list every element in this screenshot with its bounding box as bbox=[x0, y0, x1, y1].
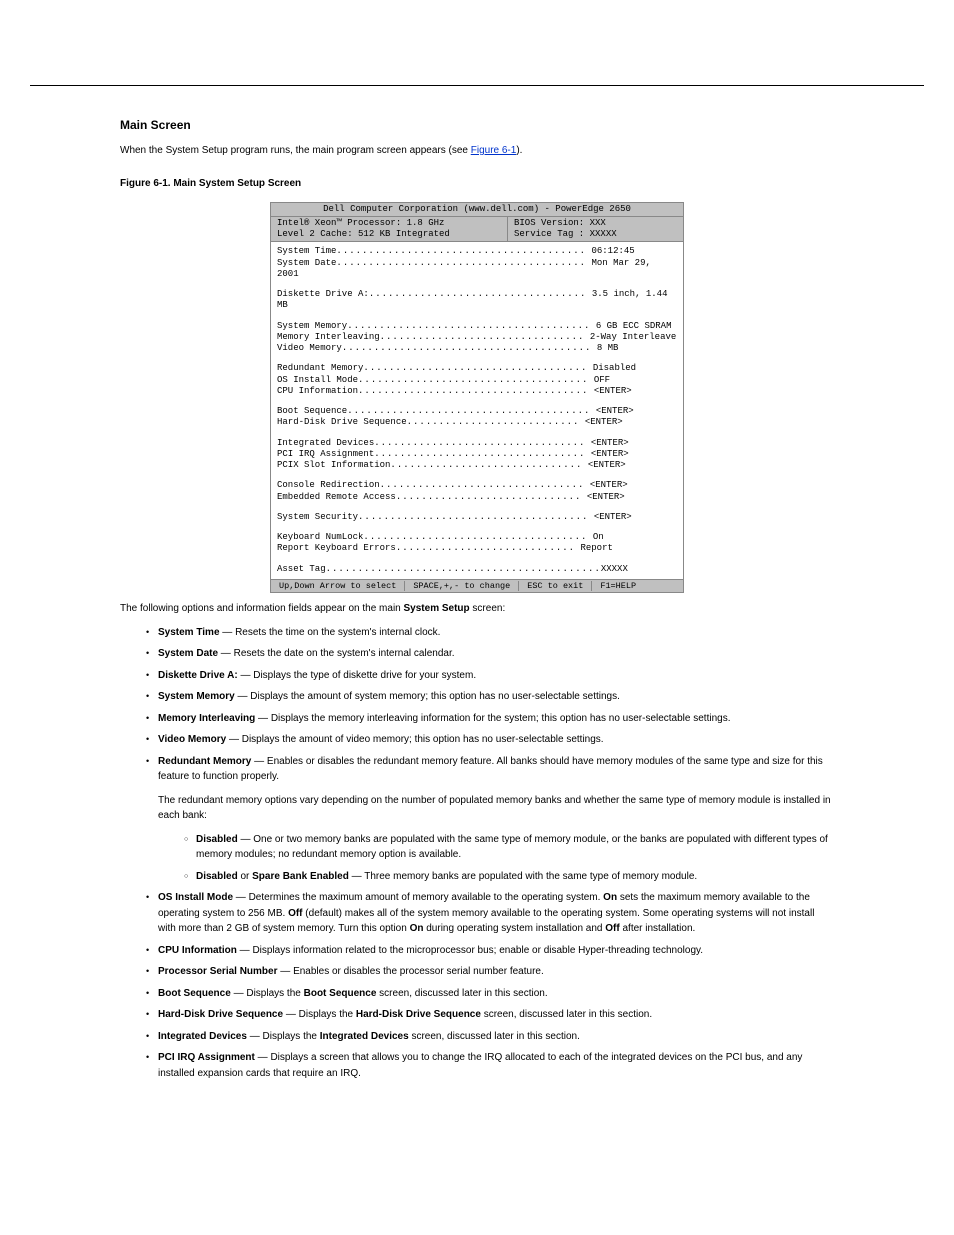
option-item: CPU Information — Displays information r… bbox=[120, 943, 834, 959]
bios-row: Diskette Drive A: ......................… bbox=[277, 289, 677, 312]
paragraph-intro: When the System Setup program runs, the … bbox=[120, 143, 834, 159]
bios-info-left: Intel® Xeon™ Processor: 1.8 GHz Level 2 … bbox=[271, 217, 508, 242]
bios-row: System Time ............................… bbox=[277, 246, 677, 257]
bios-main: System Time ............................… bbox=[270, 242, 684, 579]
bios-row: Video Memory ...........................… bbox=[277, 343, 677, 354]
options-list: System Time — Resets the time on the sys… bbox=[120, 625, 834, 785]
bios-row: Console Redirection ....................… bbox=[277, 480, 677, 491]
bios-row: Keyboard NumLock .......................… bbox=[277, 532, 677, 543]
option-item: Diskette Drive A: — Displays the type of… bbox=[120, 668, 834, 684]
option-item: Boot Sequence — Displays the Boot Sequen… bbox=[120, 986, 834, 1002]
option-item: Hard-Disk Drive Sequence — Displays the … bbox=[120, 1007, 834, 1023]
bios-row: Integrated Devices .....................… bbox=[277, 438, 677, 449]
redundant-option: Disabled or Spare Bank Enabled — Three m… bbox=[158, 869, 834, 885]
option-item: Integrated Devices — Displays the Integr… bbox=[120, 1029, 834, 1045]
bios-row: Memory Interleaving ....................… bbox=[277, 332, 677, 343]
section-heading-main-screen: Main Screen bbox=[120, 116, 834, 135]
redundant-memory-intro: The redundant memory options vary depend… bbox=[120, 793, 834, 824]
bios-row: System Security ........................… bbox=[277, 512, 677, 523]
option-item: System Date — Resets the date on the sys… bbox=[120, 646, 834, 662]
bios-row: Embedded Remote Access .................… bbox=[277, 492, 677, 503]
options-list-2: OS Install Mode — Determines the maximum… bbox=[120, 890, 834, 1081]
bios-title: Dell Computer Corporation (www.dell.com)… bbox=[270, 202, 684, 217]
option-item: Memory Interleaving — Displays the memor… bbox=[120, 711, 834, 727]
redundant-sublist: Disabled — One or two memory banks are p… bbox=[120, 832, 834, 885]
bios-row: Report Keyboard Errors .................… bbox=[277, 543, 677, 554]
bios-screen: Dell Computer Corporation (www.dell.com)… bbox=[270, 202, 684, 594]
link-figure-ref[interactable]: Figure 6-1 bbox=[471, 145, 517, 156]
figure-label: Figure 6-1. Main System Setup Screen bbox=[120, 176, 834, 192]
redundant-option: Disabled — One or two memory banks are p… bbox=[158, 832, 834, 863]
bios-info-bar: Intel® Xeon™ Processor: 1.8 GHz Level 2 … bbox=[270, 217, 684, 243]
bios-row: PCI IRQ Assignment .....................… bbox=[277, 449, 677, 460]
bios-row: Boot Sequence ..........................… bbox=[277, 406, 677, 417]
bios-row: PCIX Slot Information ..................… bbox=[277, 460, 677, 471]
option-item: Video Memory — Displays the amount of vi… bbox=[120, 732, 834, 748]
bios-row: Hard-Disk Drive Sequence ...............… bbox=[277, 417, 677, 428]
bios-row: System Memory ..........................… bbox=[277, 321, 677, 332]
bios-row: Asset Tag ..............................… bbox=[277, 564, 677, 575]
bios-footer: Up,Down Arrow to select SPACE,+,- to cha… bbox=[270, 579, 684, 594]
bios-row: CPU Information ........................… bbox=[277, 386, 677, 397]
option-item: OS Install Mode — Determines the maximum… bbox=[120, 890, 834, 937]
bios-row: Redundant Memory .......................… bbox=[277, 363, 677, 374]
option-item: System Time — Resets the time on the sys… bbox=[120, 625, 834, 641]
option-item: PCI IRQ Assignment — Displays a screen t… bbox=[120, 1050, 834, 1081]
bios-row: System Date ............................… bbox=[277, 258, 677, 281]
bios-info-right: BIOS Version: XXX Service Tag : XXXXX bbox=[508, 217, 623, 242]
option-item: Redundant Memory — Enables or disables t… bbox=[120, 754, 834, 785]
bios-row: OS Install Mode ........................… bbox=[277, 375, 677, 386]
options-intro: The following options and information fi… bbox=[120, 601, 834, 617]
option-item: System Memory — Displays the amount of s… bbox=[120, 689, 834, 705]
option-item: Processor Serial Number — Enables or dis… bbox=[120, 964, 834, 980]
